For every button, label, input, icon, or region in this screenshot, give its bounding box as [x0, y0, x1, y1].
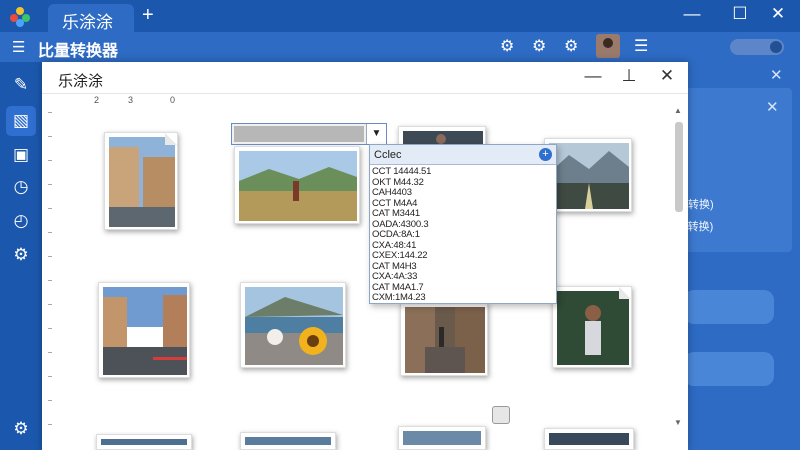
horizontal-ruler: 2 3 0	[42, 94, 688, 106]
photo-thumbnail[interactable]	[398, 426, 486, 450]
dropdown-item[interactable]: CAH4403	[372, 187, 552, 199]
panel-text: 转换)	[688, 199, 714, 211]
ruler-tick	[48, 280, 52, 281]
app-toolbar: ☰ 比量转换器 ⚙ ⚙ ⚙ ☰	[0, 32, 800, 62]
dialog-pin-button[interactable]: ⊥	[618, 66, 640, 86]
photo-thumbnail[interactable]	[104, 132, 178, 230]
ruler-tick	[48, 184, 52, 185]
format-select[interactable]: ▼	[231, 123, 387, 145]
checkbox[interactable]	[492, 406, 510, 424]
dialog-minimize-button[interactable]: —	[582, 66, 604, 86]
ruler-tick	[48, 424, 52, 425]
photo-thumbnail[interactable]	[98, 282, 190, 378]
sidebar: ✎ ▧ ▣ ◷ ◴ ⚙ ⚙	[0, 62, 42, 450]
ruler-tick	[48, 208, 52, 209]
clock-gear-icon[interactable]: ⚙	[532, 36, 546, 56]
panel-button[interactable]	[684, 290, 774, 324]
dropdown-header: Cclec +	[370, 145, 556, 165]
dialog-close-button[interactable]: ✕	[656, 66, 678, 86]
format-select-field[interactable]	[234, 126, 364, 142]
minimize-button[interactable]: —	[680, 4, 704, 24]
ruler-label: 2	[94, 95, 100, 105]
dropdown-item[interactable]: CAT M3441	[372, 208, 552, 220]
panel-close-icon[interactable]: ✕	[770, 66, 783, 84]
ruler-tick	[48, 136, 52, 137]
ruler-label: 3	[128, 95, 134, 105]
bottom-settings-icon[interactable]: ⚙	[6, 414, 36, 444]
vertical-scrollbar[interactable]: ▲ ▼	[672, 106, 686, 428]
history-icon[interactable]: ◴	[6, 206, 36, 236]
dialog-title: 乐涂涂	[58, 73, 104, 90]
add-icon[interactable]: +	[539, 148, 552, 161]
close-window-button[interactable]: ✕	[766, 4, 790, 24]
image-dialog: 乐涂涂 — ⊥ ✕ 2 3 0 ▲ ▼ ▼ Cclec + CCT 14444.…	[42, 62, 688, 450]
scroll-thumb[interactable]	[675, 122, 683, 212]
list-icon[interactable]: ☰	[634, 36, 648, 56]
chevron-down-icon[interactable]: ▼	[366, 124, 386, 144]
ruler-tick	[48, 304, 52, 305]
mode-toggle[interactable]	[730, 39, 784, 55]
dialog-header: 乐涂涂 — ⊥ ✕	[42, 62, 688, 94]
card-close-icon[interactable]: ✕	[766, 98, 779, 116]
dropdown-item[interactable]: CXA:4A:33	[372, 271, 552, 283]
scroll-down-icon[interactable]: ▼	[674, 418, 682, 427]
app-title: 比量转换器	[38, 43, 119, 60]
ruler-tick	[48, 112, 52, 113]
photo-thumbnail[interactable]	[400, 302, 488, 376]
photo-thumbnail[interactable]	[96, 434, 192, 450]
ruler-tick	[48, 376, 52, 377]
photo-thumbnail[interactable]	[544, 138, 632, 212]
ruler-tick	[48, 160, 52, 161]
robot-icon[interactable]: ▣	[6, 140, 36, 170]
menu-icon[interactable]: ☰	[12, 38, 25, 56]
ruler-tick	[48, 352, 52, 353]
gear-icon[interactable]: ⚙	[500, 36, 514, 56]
ruler-tick	[48, 400, 52, 401]
app-logo-icon	[10, 7, 30, 27]
maximize-button[interactable]: ☐	[728, 4, 752, 24]
dropdown-item[interactable]: CXEX:144.22	[372, 250, 552, 262]
ruler-tick	[48, 256, 52, 257]
ruler-tick	[48, 232, 52, 233]
photo-thumbnail[interactable]	[552, 286, 632, 368]
tab-main[interactable]: 乐涂涂	[48, 4, 134, 32]
edit-pencil-icon[interactable]: ✎	[6, 70, 36, 100]
settings-icon[interactable]: ⚙	[6, 240, 36, 270]
image-edit-icon[interactable]: ▧	[6, 106, 36, 136]
vertical-ruler	[48, 112, 54, 442]
settings-icon[interactable]: ⚙	[564, 36, 578, 56]
dropdown-header-label: Cclec	[374, 149, 402, 161]
ruler-tick	[48, 328, 52, 329]
add-tab-button[interactable]: +	[142, 4, 154, 27]
clock-icon[interactable]: ◷	[6, 172, 36, 202]
photo-thumbnail[interactable]	[240, 282, 346, 368]
dropdown-item[interactable]: OCDA:8A:1	[372, 229, 552, 241]
dropdown-list: CCT 14444.51 OKT M44.32 CAH4403 CCT M4A4…	[372, 166, 552, 304]
dropdown-item[interactable]: CXM:1M4.23	[372, 292, 552, 304]
dropdown-item[interactable]: CCT 14444.51	[372, 166, 552, 178]
photo-thumbnail[interactable]	[240, 432, 336, 450]
title-bar: 乐涂涂 + — ☐ ✕	[0, 0, 800, 32]
ruler-label: 0	[170, 95, 176, 105]
avatar[interactable]	[596, 34, 620, 58]
photo-thumbnail[interactable]	[544, 428, 634, 450]
panel-text: (转换)	[684, 221, 714, 233]
scroll-up-icon[interactable]: ▲	[674, 106, 682, 115]
photo-thumbnail[interactable]	[234, 146, 360, 224]
format-dropdown: Cclec + CCT 14444.51 OKT M44.32 CAH4403 …	[369, 144, 557, 304]
panel-button[interactable]	[684, 352, 774, 386]
